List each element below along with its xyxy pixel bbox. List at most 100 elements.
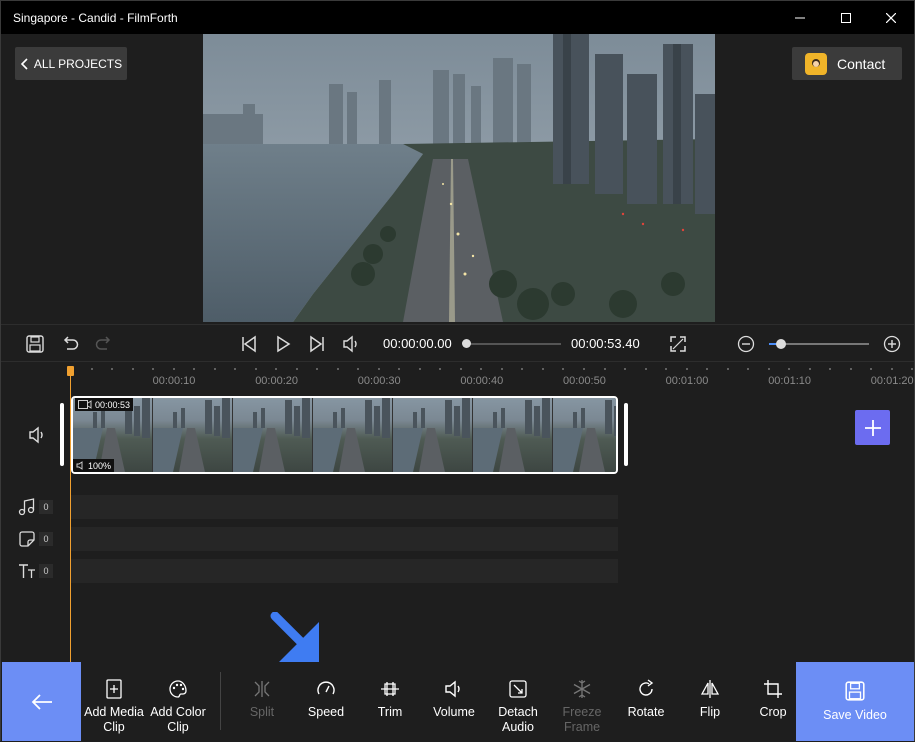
ruler-tick (500, 368, 503, 370)
ruler-tick (890, 368, 893, 370)
ruler-label: 00:00:40 (460, 375, 504, 387)
current-time: 00:00:00.00 (383, 336, 452, 351)
ruler-tick (336, 368, 339, 370)
sticker-track[interactable] (71, 527, 618, 551)
music-track-count: 0 (39, 500, 53, 514)
text-track-count: 0 (39, 564, 53, 578)
zoom-slider-handle[interactable] (776, 339, 786, 349)
clip-thumbnails (73, 398, 616, 472)
ruler-tick (254, 368, 257, 370)
detach-audio-button[interactable]: Detach Audio (487, 662, 549, 741)
save-video-button[interactable]: Save Video (796, 662, 914, 741)
freeze-frame-button[interactable]: Freeze Frame (551, 662, 613, 741)
ruler-tick (726, 368, 729, 370)
speed-button[interactable]: Speed (295, 662, 357, 741)
support-avatar-icon (805, 52, 827, 75)
clip-duration: 00:00:53 (95, 399, 131, 410)
maximize-button[interactable] (823, 1, 869, 34)
ruler-tick (398, 368, 401, 370)
ruler-tick (747, 368, 750, 370)
zoom-in-icon[interactable] (882, 334, 902, 354)
ruler-tick (234, 368, 237, 370)
contact-button[interactable]: Contact (792, 47, 902, 80)
plus-icon (864, 419, 881, 436)
rotate-button[interactable]: Rotate (615, 662, 677, 741)
seek-handle[interactable] (462, 339, 471, 348)
toolbar-divider (220, 672, 221, 730)
save-video-label: Save Video (823, 708, 887, 722)
ruler-tick (275, 368, 278, 370)
fullscreen-icon[interactable] (668, 334, 688, 354)
ruler-tick (377, 368, 380, 370)
minimize-button[interactable] (777, 1, 823, 34)
seek-bar[interactable] (462, 339, 561, 348)
add-color-clip-icon (169, 680, 187, 698)
track-audio-icon[interactable] (27, 425, 47, 445)
music-icon[interactable] (17, 497, 37, 517)
flip-label: Flip (699, 705, 721, 719)
app-window: Singapore - Candid - FilmForth ALL PROJE… (0, 0, 915, 742)
add-color-clip-button[interactable]: Add Color Clip (147, 662, 209, 741)
ruler-tick (152, 368, 155, 370)
video-clip[interactable]: 00:00:53 100% (71, 396, 618, 474)
zoom-out-icon[interactable] (736, 334, 756, 354)
video-preview[interactable] (203, 34, 715, 322)
add-media-clip-button[interactable]: Add Media Clip (83, 662, 145, 741)
ruler-label: 00:01:10 (768, 375, 812, 387)
trim-button[interactable]: Trim (359, 662, 421, 741)
volume-button[interactable]: Volume (423, 662, 485, 741)
add-clip-button[interactable] (855, 410, 890, 445)
sticker-track-count: 0 (39, 532, 53, 546)
speaker-icon[interactable] (341, 334, 361, 354)
clip-volume-badge: 100% (73, 459, 115, 472)
ruler-label: 00:00:50 (563, 375, 606, 387)
speed-label: Speed (307, 705, 345, 719)
clip-trim-handle-left[interactable] (60, 403, 64, 466)
ruler-label: 00:01:20 (870, 375, 914, 387)
ruler-tick (541, 368, 544, 370)
undo-icon[interactable] (60, 334, 80, 354)
close-button[interactable] (868, 1, 914, 34)
ruler-tick (603, 368, 606, 370)
title-bar: Singapore - Candid - FilmForth (1, 1, 914, 34)
timeline-ruler[interactable]: 00:00:10 00:00:20 00:00:30 00:00:40 00:00:50… (1, 362, 914, 392)
ruler-tick (131, 368, 134, 370)
flip-button[interactable]: Flip (679, 662, 741, 741)
contact-label: Contact (837, 55, 886, 72)
crop-button[interactable]: Crop (742, 662, 804, 741)
speed-icon (317, 681, 335, 695)
flip-icon (700, 680, 720, 698)
ruler-tick (767, 368, 770, 370)
skip-back-icon[interactable] (239, 334, 259, 354)
arrow-left-icon (31, 693, 52, 710)
redo-icon[interactable] (94, 334, 114, 354)
zoom-slider[interactable] (769, 339, 869, 349)
all-projects-button[interactable]: ALL PROJECTS (15, 47, 127, 80)
split-button[interactable]: Split (231, 662, 293, 741)
play-icon[interactable] (273, 334, 293, 354)
ruler-tick (644, 368, 647, 370)
freeze-frame-icon (573, 680, 591, 698)
skip-forward-icon[interactable] (307, 334, 327, 354)
rotate-label: Rotate (627, 705, 665, 719)
clip-trim-handle-right[interactable] (624, 403, 628, 466)
save-icon[interactable] (25, 334, 45, 354)
total-time: 00:00:53.40 (571, 336, 640, 351)
clip-duration-badge: 00:00:53 (75, 398, 134, 411)
playhead-handle[interactable] (67, 366, 74, 376)
all-projects-label: ALL PROJECTS (33, 56, 123, 71)
timeline[interactable]: 00:00:10 00:00:20 00:00:30 00:00:40 00:00:50… (1, 362, 914, 666)
trim-label: Trim (377, 705, 403, 719)
ruler-tick (459, 368, 462, 370)
chevron-left-icon (20, 57, 28, 70)
text-track[interactable] (71, 559, 618, 583)
volume-icon (445, 680, 460, 698)
save-video-icon (845, 681, 865, 701)
sticker-icon[interactable] (17, 529, 37, 549)
back-button[interactable] (2, 662, 81, 741)
music-track[interactable] (71, 495, 618, 519)
clip-volume: 100% (88, 460, 112, 471)
bottom-toolbar: Save Video Add Media Clip Add Color Clip S… (1, 662, 914, 742)
trim-icon (381, 682, 399, 696)
text-icon[interactable] (17, 561, 37, 581)
